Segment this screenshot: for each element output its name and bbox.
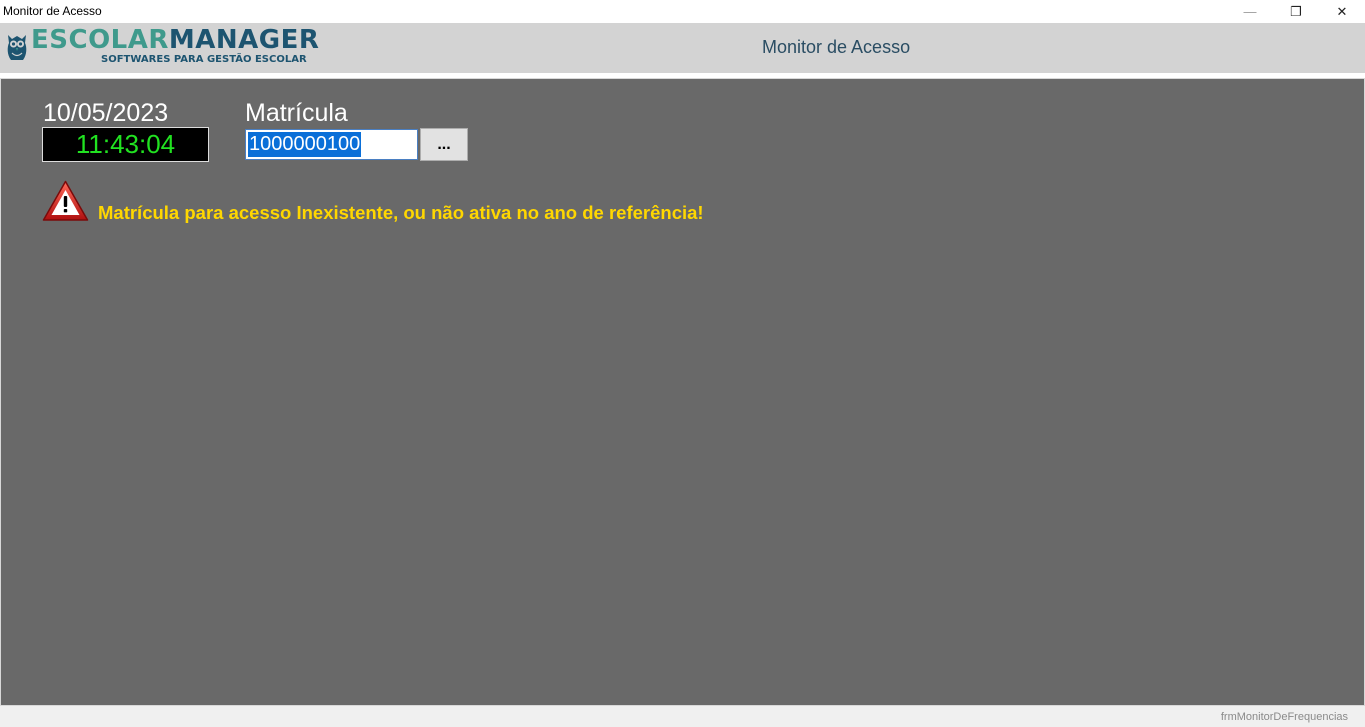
logo-wordmark: ESCOLARMANAGER xyxy=(31,25,319,55)
close-button[interactable]: ✕ xyxy=(1319,0,1365,23)
window-title: Monitor de Acesso xyxy=(3,4,102,18)
date-label: 10/05/2023 xyxy=(43,99,169,127)
close-icon: ✕ xyxy=(1336,3,1348,19)
owl-logo-icon xyxy=(7,35,27,60)
restore-button[interactable]: ❐ xyxy=(1273,0,1319,23)
matricula-input-value: 1000000100 xyxy=(248,132,362,157)
logo-escolar-text: ESCOLAR xyxy=(31,25,169,55)
matricula-input[interactable]: 1000000100 xyxy=(245,129,418,160)
minimize-button[interactable]: — xyxy=(1227,0,1273,23)
status-bar: frmMonitorDeFrequencias xyxy=(0,706,1365,727)
main-panel: 10/05/2023 11:43:04 Matrícula 1000000100… xyxy=(0,78,1365,706)
logo-manager-text: MANAGER xyxy=(168,25,320,55)
form-name-label: frmMonitorDeFrequencias xyxy=(1220,711,1348,723)
restore-icon: ❐ xyxy=(1290,3,1302,19)
header-title: Monitor de Acesso xyxy=(762,37,911,57)
window-titlebar: Monitor de Acesso — ❐ ✕ xyxy=(0,0,1365,23)
app-header: ESCOLARMANAGER SOFTWARES PARA GESTÃO ESC… xyxy=(0,23,1365,73)
browse-button[interactable]: ... xyxy=(420,128,468,161)
escolar-manager-logo: ESCOLARMANAGER SOFTWARES PARA GESTÃO ESC… xyxy=(6,25,319,69)
minimize-icon: — xyxy=(1243,4,1257,19)
clock-display: 11:43:04 xyxy=(42,127,209,162)
clock-time: 11:43:04 xyxy=(75,129,176,159)
logo-tagline: SOFTWARES PARA GESTÃO ESCOLAR xyxy=(101,54,307,65)
matricula-label: Matrícula xyxy=(245,99,348,127)
warning-message: Matrícula para acesso Inexistente, ou nã… xyxy=(98,202,704,223)
warning-triangle-icon xyxy=(42,180,89,221)
